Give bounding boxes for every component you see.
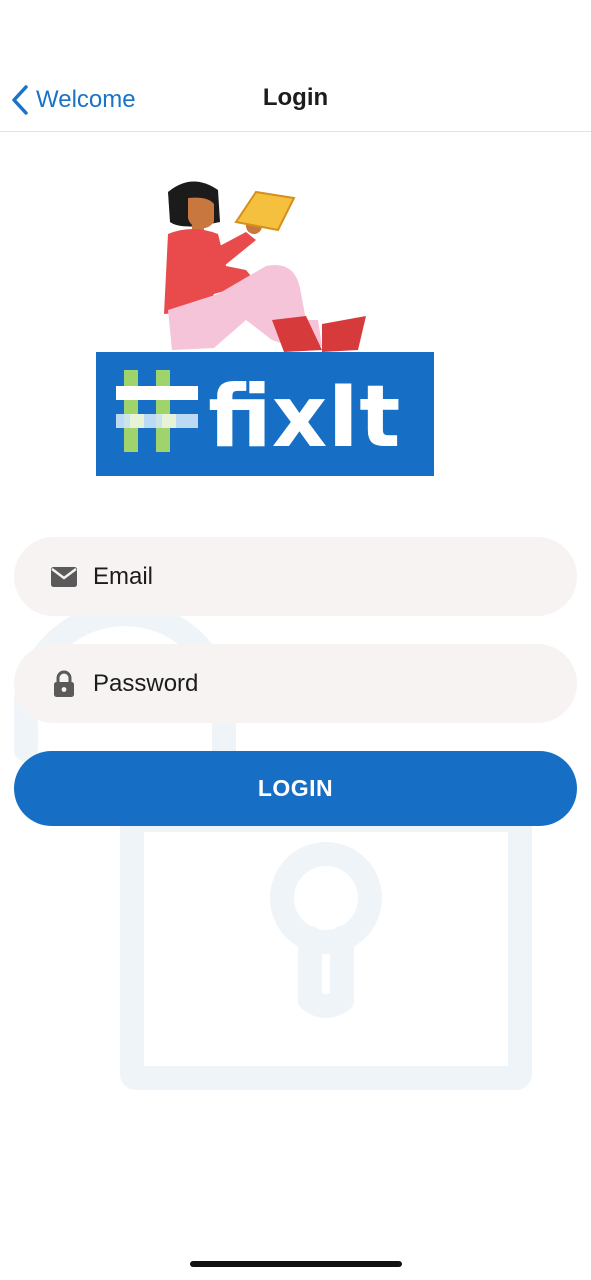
email-field[interactable]: [14, 537, 577, 616]
lock-icon: [50, 670, 78, 698]
email-input[interactable]: [93, 556, 533, 597]
home-indicator[interactable]: [190, 1261, 402, 1267]
fixit-logo-illustration: fixIt: [96, 181, 434, 476]
mail-icon: [50, 563, 78, 591]
password-field[interactable]: [14, 644, 577, 723]
navigation-bar: Welcome Login: [0, 0, 591, 132]
password-input[interactable]: [93, 663, 533, 704]
page-title: Login: [262, 84, 329, 111]
login-button[interactable]: LOGIN: [14, 751, 577, 826]
fixit-logo-text: fixIt: [208, 367, 400, 467]
